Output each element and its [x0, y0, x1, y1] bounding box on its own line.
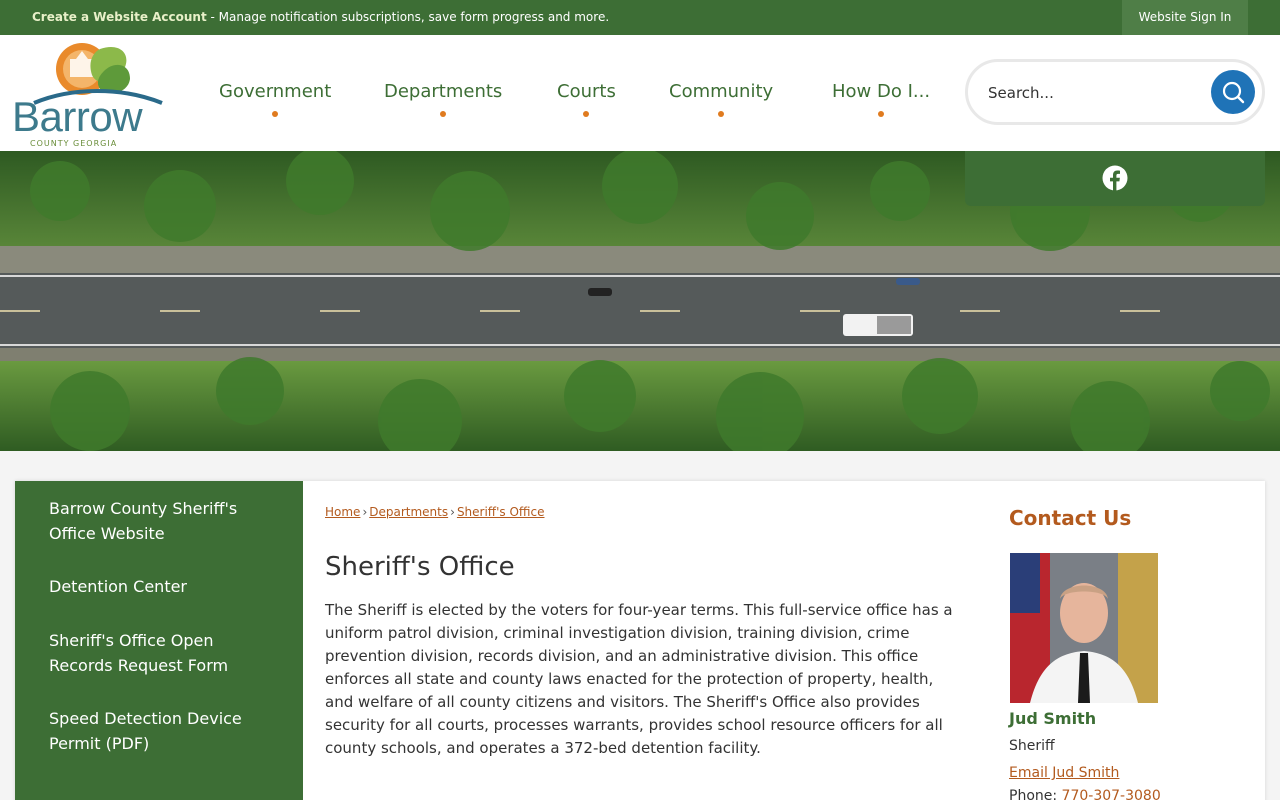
breadcrumb-separator: › — [362, 505, 368, 519]
sheriff-photo — [1010, 553, 1158, 703]
sidebar-link-sheriff-website[interactable]: Barrow County Sheriff's Office Website — [49, 496, 279, 546]
contact-name: Jud Smith — [1009, 709, 1097, 728]
nav-dot-icon — [718, 111, 725, 117]
nav-how-do-i[interactable]: How Do I... — [832, 81, 931, 117]
sidebar-menu: Barrow County Sheriff's Office Website D… — [15, 481, 303, 800]
page-title: Sheriff's Office — [325, 552, 515, 582]
create-account-link[interactable]: Create a Website Account — [32, 10, 207, 24]
nav-government[interactable]: Government — [219, 81, 332, 117]
nav-courts[interactable]: Courts — [557, 81, 616, 117]
contact-phone-label: Phone: — [1009, 788, 1062, 800]
breadcrumb-home[interactable]: Home — [325, 505, 360, 519]
nav-departments[interactable]: Departments — [384, 81, 503, 117]
contact-phone: Phone: 770-307-3080 — [1009, 788, 1161, 800]
search-button[interactable] — [1211, 70, 1255, 114]
website-sign-in-button[interactable]: Website Sign In — [1122, 0, 1248, 35]
contact-phone-link[interactable]: 770-307-3080 — [1062, 788, 1161, 800]
page-description: The Sheriff is elected by the voters for… — [325, 601, 953, 757]
sidebar-link-open-records[interactable]: Sheriff's Office Open Records Request Fo… — [49, 628, 279, 678]
contact-heading: Contact Us — [1009, 506, 1132, 530]
account-description: - Manage notification subscriptions, sav… — [206, 10, 610, 24]
logo-subtitle: COUNTY GEORGIA — [30, 139, 118, 148]
breadcrumb-departments[interactable]: Departments — [369, 505, 448, 519]
sheriff-portrait-image — [1010, 553, 1158, 703]
main-content-card: Barrow County Sheriff's Office Website D… — [15, 481, 1265, 800]
nav-dot-icon — [878, 111, 885, 117]
facebook-icon[interactable] — [1102, 165, 1128, 191]
site-search — [965, 59, 1265, 125]
contact-email-link[interactable]: Email Jud Smith — [1009, 765, 1119, 781]
nav-label: How Do I... — [832, 81, 931, 102]
nav-dot-icon — [272, 111, 279, 117]
site-header: Barrow COUNTY GEORGIA Government Departm… — [0, 35, 1280, 151]
breadcrumb-sheriffs-office[interactable]: Sheriff's Office — [457, 505, 545, 519]
breadcrumb-separator: › — [450, 505, 455, 519]
search-icon — [1222, 81, 1245, 104]
nav-label: Government — [219, 81, 332, 102]
barrow-county-logo[interactable]: Barrow COUNTY GEORGIA — [12, 41, 178, 148]
nav-label: Courts — [557, 81, 616, 102]
logo-wordmark: Barrow — [12, 93, 143, 140]
search-input[interactable] — [988, 80, 1198, 106]
nav-community[interactable]: Community — [669, 81, 774, 117]
sidebar-link-detention-center[interactable]: Detention Center — [49, 574, 279, 599]
top-bar: Create a Website Account - Manage notifi… — [0, 0, 1280, 35]
contact-role: Sheriff — [1009, 738, 1055, 754]
breadcrumb: Home › Departments › Sheriff's Office — [325, 505, 544, 519]
nav-dot-icon — [440, 111, 447, 117]
nav-label: Community — [669, 81, 774, 102]
nav-dot-icon — [583, 111, 590, 117]
account-message: Create a Website Account - Manage notifi… — [32, 10, 609, 24]
sidebar-link-speed-permit[interactable]: Speed Detection Device Permit (PDF) — [49, 706, 279, 756]
social-bar — [965, 151, 1265, 206]
nav-label: Departments — [384, 81, 503, 102]
